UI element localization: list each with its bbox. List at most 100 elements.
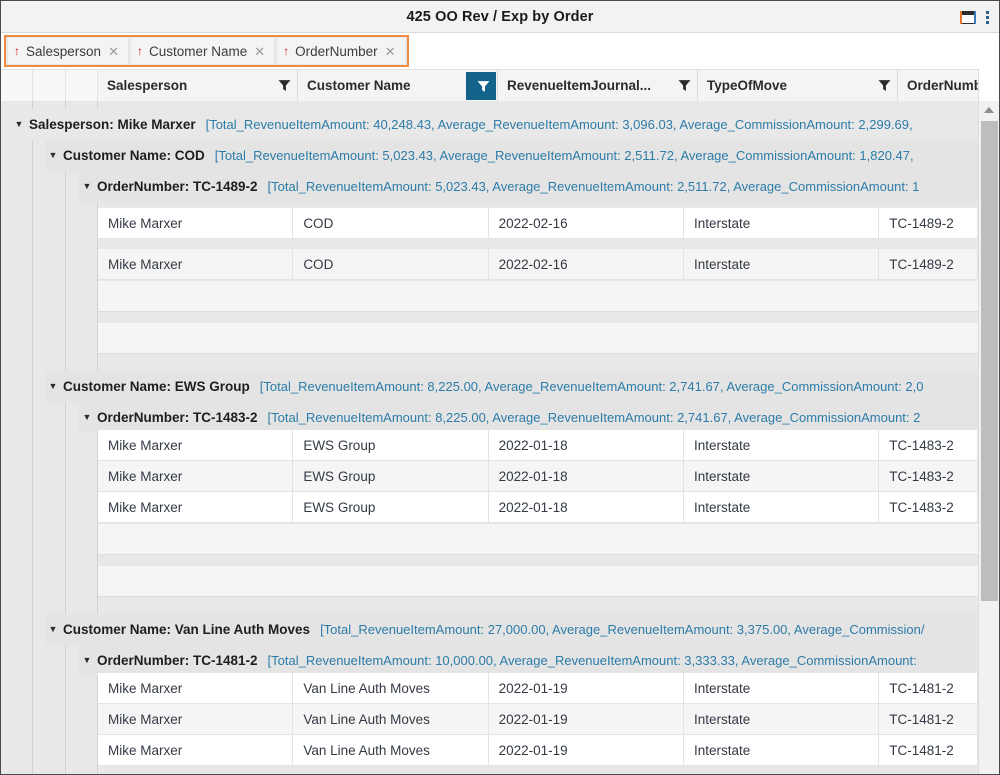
group-collapse-icon[interactable]: ▼	[45, 382, 61, 391]
group-title: OrderNumber: TC-1483-2	[97, 410, 258, 425]
table-cell: TC-1483-2	[879, 461, 978, 492]
group-header-row[interactable]: ▼OrderNumber: TC-1483-2 [Total_RevenueIte…	[79, 402, 978, 433]
table-cell: Mike Marxer	[98, 208, 293, 239]
sort-ascending-icon: ↑	[283, 45, 289, 57]
table-cell: Van Line Auth Moves	[293, 704, 488, 735]
column-header[interactable]: RevenueItemJournal...	[498, 70, 698, 101]
group-collapse-icon[interactable]: ▼	[11, 120, 27, 129]
table-cell: Interstate	[684, 249, 879, 280]
table-cell: 2022-01-19	[489, 735, 684, 766]
group-summary: [Total_RevenueItemAmount: 27,000.00, Ave…	[320, 622, 924, 637]
title-bar-tools	[960, 1, 991, 33]
column-header-row: Salesperson Customer Name RevenueItemJourn…	[1, 69, 999, 101]
close-icon[interactable]: ✕	[253, 45, 266, 58]
table-cell: COD	[293, 208, 488, 239]
close-icon[interactable]: ✕	[384, 45, 397, 58]
filter-funnel-icon[interactable]	[878, 79, 891, 92]
group-by-chip[interactable]: ↑Customer Name✕	[131, 38, 274, 64]
table-cell: TC-1481-2	[879, 735, 978, 766]
table-cell: COD	[293, 249, 488, 280]
table-row[interactable]: Mike MarxerEWS Group2022-01-18Interstate…	[98, 492, 978, 523]
group-by-dropzone[interactable]: ↑Salesperson✕↑Customer Name✕↑OrderNumber…	[4, 35, 409, 67]
table-row[interactable]: Mike MarxerEWS Group2022-01-18Interstate…	[98, 461, 978, 492]
group-header-row[interactable]: ▼OrderNumber: TC-1481-2[Total_RevenueIte…	[79, 645, 978, 676]
group-header-row[interactable]: ▼Customer Name: EWS Group[Total_RevenueI…	[45, 371, 978, 402]
grid-window: 425 OO Rev / Exp by Order ↑Salesperson✕↑…	[0, 0, 1000, 775]
table-cell: 2022-01-18	[489, 461, 684, 492]
group-summary: [Total_RevenueItemAmount: 10,000.00, Ave…	[268, 653, 917, 668]
group-title: Customer Name: COD	[63, 148, 205, 163]
tree-indent-column-1	[1, 101, 33, 774]
title-bar: 425 OO Rev / Exp by Order	[1, 1, 999, 33]
group-by-chip-label: Salesperson	[26, 44, 101, 59]
table-row[interactable]: Mike MarxerVan Line Auth Moves2022-01-19…	[98, 673, 978, 704]
group-summary: [Total_RevenueItemAmount: 8,225.00, Aver…	[268, 410, 921, 425]
group-title: Salesperson: Mike Marxer	[29, 117, 196, 132]
table-cell: EWS Group	[293, 461, 488, 492]
group-header-row[interactable]: ▼OrderNumber: TC-1489-2[Total_RevenueIte…	[79, 171, 978, 202]
table-cell: 2022-02-16	[489, 249, 684, 280]
table-row[interactable]: Mike MarxerCOD2022-02-16InterstateTC-148…	[98, 208, 978, 239]
table-cell: 2022-02-16	[489, 208, 684, 239]
group-filler-row	[98, 323, 978, 354]
group-title: Customer Name: Van Line Auth Moves	[63, 622, 310, 637]
table-cell: EWS Group	[293, 430, 488, 461]
header-indent-1	[1, 70, 33, 101]
filter-funnel-icon[interactable]	[278, 79, 291, 92]
column-header-label: TypeOfMove	[707, 78, 874, 93]
table-row[interactable]: Mike MarxerCOD2022-02-16InterstateTC-148…	[98, 249, 978, 280]
table-cell: TC-1481-2	[879, 704, 978, 735]
group-collapse-icon[interactable]: ▼	[45, 625, 61, 634]
page-title: 425 OO Rev / Exp by Order	[406, 9, 593, 25]
column-header-label: Customer Name	[307, 78, 491, 93]
group-summary: [Total_RevenueItemAmount: 40,248.43, Ave…	[206, 117, 913, 132]
grid-body: ▼Salesperson: Mike Marxer[Total_RevenueI…	[1, 101, 999, 774]
table-cell: Interstate	[684, 704, 879, 735]
group-header-row[interactable]: ▼Customer Name: COD [Total_RevenueItemAmo…	[45, 140, 978, 171]
window-restore-icon[interactable]	[960, 11, 976, 24]
column-header-label: Salesperson	[107, 78, 274, 93]
sort-ascending-icon: ↑	[14, 45, 20, 57]
vertical-scrollbar[interactable]	[978, 69, 999, 774]
filter-funnel-icon[interactable]	[477, 80, 490, 93]
table-cell: TC-1489-2	[879, 208, 978, 239]
table-cell: Mike Marxer	[98, 735, 293, 766]
table-cell: Interstate	[684, 208, 879, 239]
table-cell: Mike Marxer	[98, 673, 293, 704]
group-title: OrderNumber: TC-1489-2	[97, 179, 258, 194]
overflow-menu-icon[interactable]	[984, 9, 991, 26]
header-indent-3	[66, 70, 98, 101]
table-row[interactable]: Mike MarxerVan Line Auth Moves2022-01-19…	[98, 735, 978, 766]
group-by-chip-label: OrderNumber	[295, 44, 378, 59]
group-by-chip[interactable]: ↑ Salesperson ✕	[8, 38, 128, 64]
group-filler-row	[98, 524, 978, 555]
filter-funnel-icon[interactable]	[678, 79, 691, 92]
active-filter-button[interactable]	[466, 72, 496, 100]
table-cell: 2022-01-19	[489, 673, 684, 704]
group-header-row[interactable]: ▼Customer Name: Van Line Auth Moves [Tota…	[45, 614, 978, 645]
table-row[interactable]: Mike MarxerEWS Group2022-01-18Interstate…	[98, 430, 978, 461]
header-indent-2	[33, 70, 66, 101]
group-collapse-icon[interactable]: ▼	[79, 182, 95, 191]
group-by-chip[interactable]: ↑ OrderNumber ✕	[277, 38, 404, 64]
group-collapse-icon[interactable]: ▼	[79, 656, 95, 665]
close-icon[interactable]: ✕	[107, 45, 120, 58]
table-cell: Interstate	[684, 735, 879, 766]
table-cell: Mike Marxer	[98, 492, 293, 523]
group-title: Customer Name: EWS Group	[63, 379, 250, 394]
group-header-row[interactable]: ▼Salesperson: Mike Marxer [Total_RevenueI…	[11, 109, 978, 140]
table-row[interactable]: Mike MarxerVan Line Auth Moves2022-01-19…	[98, 704, 978, 735]
scrollbar-thumb[interactable]	[981, 121, 998, 601]
column-header[interactable]: Salesperson	[98, 70, 298, 101]
table-cell: 2022-01-19	[489, 704, 684, 735]
scrollbar-header-gap	[979, 69, 999, 101]
group-summary: [Total_RevenueItemAmount: 5,023.43, Aver…	[215, 148, 914, 163]
table-cell: Van Line Auth Moves	[293, 735, 488, 766]
table-cell: Interstate	[684, 492, 879, 523]
table-cell: Interstate	[684, 430, 879, 461]
scroll-up-arrow-icon[interactable]	[979, 101, 999, 119]
group-collapse-icon[interactable]: ▼	[79, 413, 95, 422]
group-collapse-icon[interactable]: ▼	[45, 151, 61, 160]
column-header[interactable]: TypeOfMove	[698, 70, 898, 101]
table-cell: Interstate	[684, 673, 879, 704]
